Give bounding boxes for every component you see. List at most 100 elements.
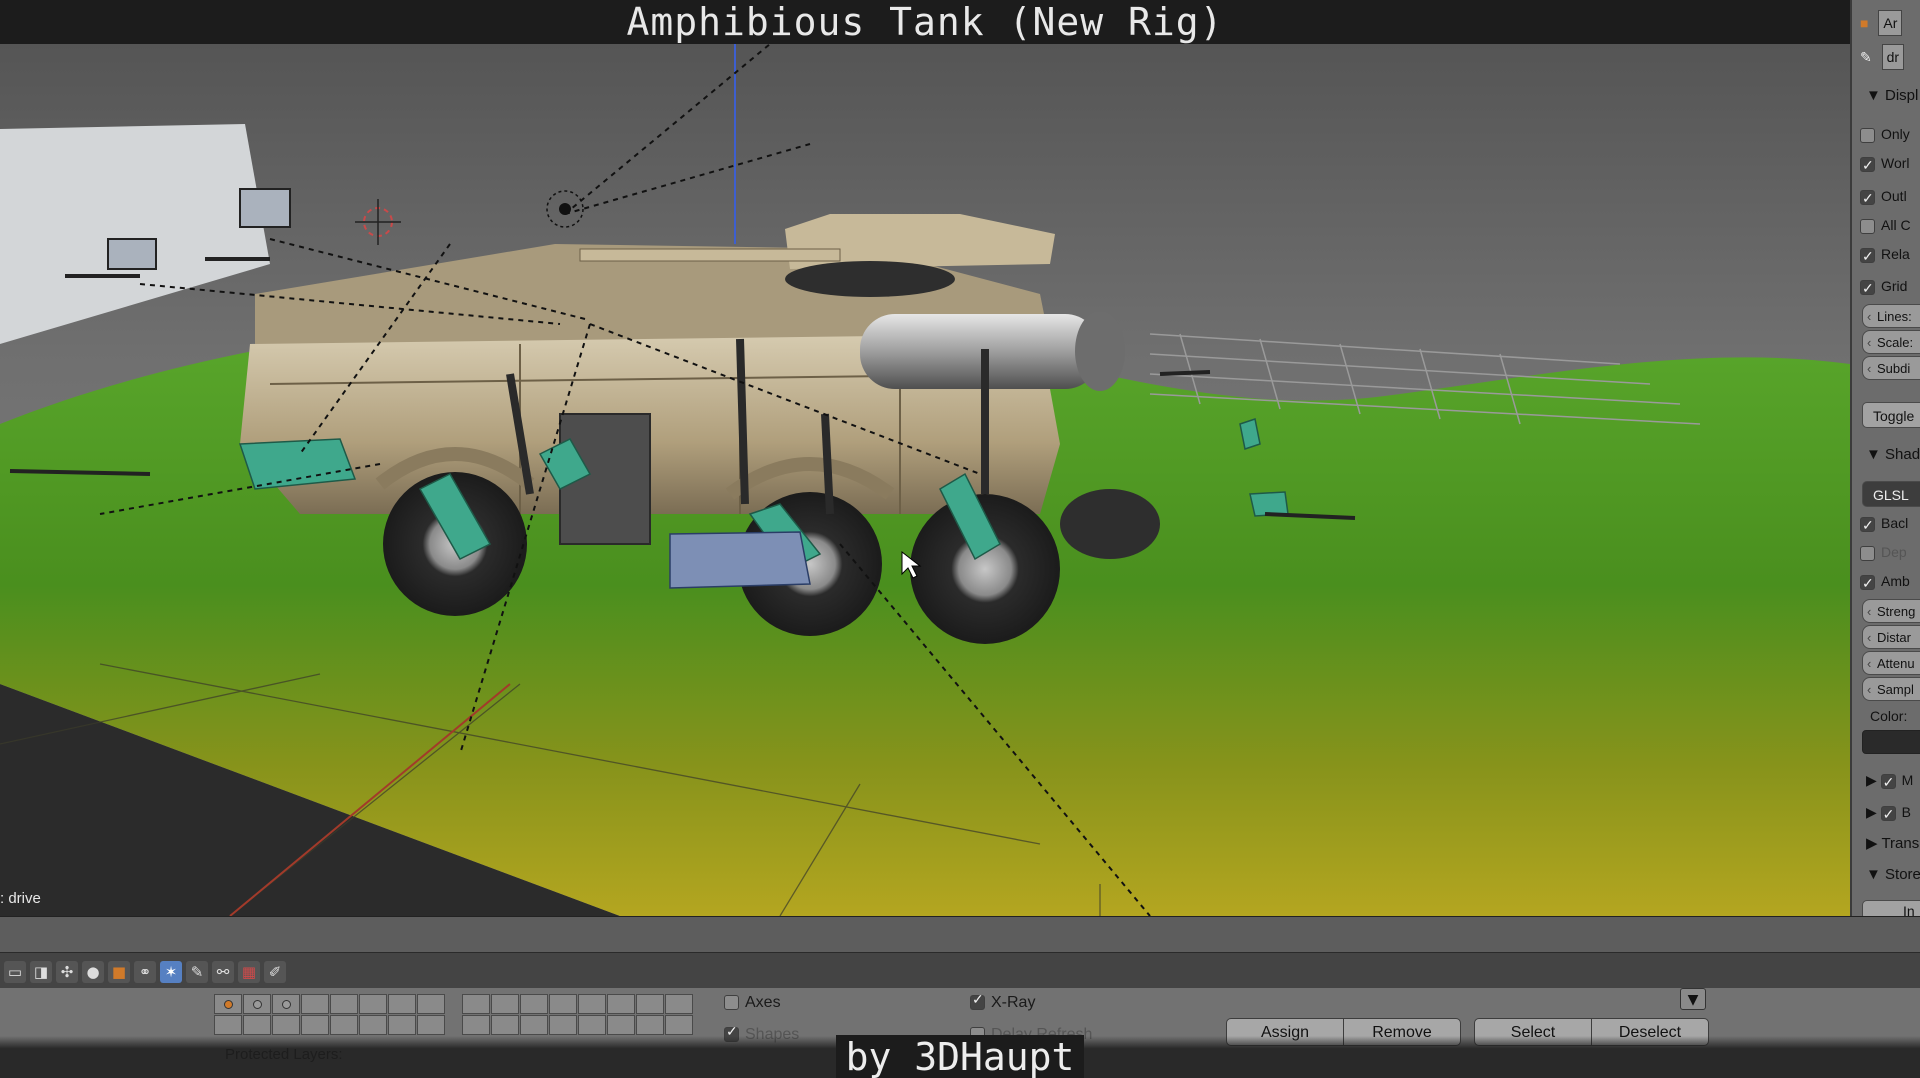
layer-cell[interactable]	[462, 1015, 490, 1035]
checkbox-backface[interactable]	[1860, 513, 1875, 537]
globe-icon[interactable]: ●	[82, 961, 104, 983]
scene-icon[interactable]: ◨	[30, 961, 52, 983]
filter-icon[interactable]: ▼	[1680, 988, 1706, 1010]
collapsed-item-b[interactable]: ▶ B	[1866, 800, 1911, 826]
armature-icon[interactable]: ✶	[160, 961, 182, 983]
layer-cell[interactable]	[549, 1015, 577, 1035]
layer-cell[interactable]	[330, 1015, 358, 1035]
props-top-field-2[interactable]: dr	[1881, 44, 1905, 70]
layer-cell[interactable]	[636, 1015, 664, 1035]
display-section-header[interactable]: ▼ Displ	[1866, 84, 1918, 108]
world-icon[interactable]: ✣	[56, 961, 78, 983]
store-input-button[interactable]: In	[1862, 900, 1920, 916]
delay-refresh-option[interactable]: Delay Refresh	[970, 1026, 1092, 1044]
checkbox-depth[interactable]	[1860, 545, 1875, 561]
layer-cell[interactable]	[214, 1015, 242, 1035]
display-item-outline[interactable]: Outl	[1860, 184, 1907, 210]
display-item-grid[interactable]: Grid	[1860, 274, 1907, 300]
layer-cell[interactable]	[330, 994, 358, 1014]
3d-viewport[interactable]: : drive	[0, 44, 1850, 916]
layer-cell[interactable]	[359, 994, 387, 1014]
grid-scale-field[interactable]: Scale:	[1862, 330, 1920, 355]
layer-cell[interactable]	[636, 994, 664, 1014]
properties-panel[interactable]: ■ Ar ✎ dr ▼ Displ Only Worl Outl All C R…	[1850, 0, 1920, 916]
bone-icon[interactable]: ✎	[1860, 49, 1872, 65]
checkbox-only[interactable]	[1860, 127, 1875, 143]
layer-cell[interactable]	[243, 1015, 271, 1035]
bone-layers-grid-1[interactable]	[214, 994, 445, 1035]
shading-item-backface[interactable]: Bacl	[1860, 511, 1908, 537]
ao-distance-field[interactable]: Distar	[1862, 625, 1920, 650]
props-top-field-1[interactable]: Ar	[1878, 10, 1903, 36]
layer-cell[interactable]	[578, 994, 606, 1014]
layer-cell[interactable]	[520, 994, 548, 1014]
bone-constraint-icon[interactable]: ⚯	[212, 961, 234, 983]
shading-item-ambient[interactable]: Amb	[1860, 569, 1910, 595]
toggle-quad-view-button[interactable]: Toggle	[1862, 402, 1920, 428]
checkbox-relationship[interactable]	[1860, 244, 1875, 268]
shapes-option[interactable]: Shapes	[724, 1023, 799, 1044]
layer-cell[interactable]	[491, 994, 519, 1014]
checkbox-xray[interactable]	[970, 991, 985, 1011]
constraints-icon[interactable]: ⚭	[134, 961, 156, 983]
checkbox-axes[interactable]	[724, 995, 739, 1011]
display-item-world[interactable]: Worl	[1860, 151, 1910, 177]
remove-button[interactable]: Remove	[1343, 1018, 1461, 1046]
assign-button[interactable]: Assign	[1226, 1018, 1344, 1046]
physics-icon[interactable]: ✐	[264, 961, 286, 983]
lamp-object[interactable]	[546, 190, 584, 228]
checkbox-ambient[interactable]	[1860, 571, 1875, 595]
layer-cell[interactable]	[665, 1015, 693, 1035]
select-button[interactable]: Select	[1474, 1018, 1592, 1046]
layer-cell[interactable]	[243, 994, 271, 1014]
color-swatch[interactable]	[1862, 730, 1920, 754]
collapsed-item-m[interactable]: ▶ M	[1866, 768, 1913, 794]
layer-cell[interactable]	[417, 994, 445, 1014]
shading-mode-dropdown[interactable]: GLSL	[1862, 481, 1920, 507]
layer-cell[interactable]	[272, 1015, 300, 1035]
layer-cell[interactable]	[214, 994, 242, 1014]
layer-cell[interactable]	[301, 1015, 329, 1035]
checkbox-all[interactable]	[1860, 218, 1875, 234]
layer-cell[interactable]	[301, 994, 329, 1014]
texture-icon[interactable]: ▦	[238, 961, 260, 983]
layer-cell[interactable]	[578, 1015, 606, 1035]
layer-cell[interactable]	[520, 1015, 548, 1035]
ao-attenuation-field[interactable]: Attenu	[1862, 651, 1920, 676]
grid-lines-field[interactable]: Lines:	[1862, 304, 1920, 329]
layer-cell[interactable]	[388, 1015, 416, 1035]
bone-icon[interactable]: ✎	[186, 961, 208, 983]
layer-cell[interactable]	[272, 994, 300, 1014]
object-icon[interactable]: ■	[108, 961, 130, 983]
checkbox-delay-refresh[interactable]	[970, 1027, 985, 1043]
layer-cell[interactable]	[491, 1015, 519, 1035]
ao-samples-field[interactable]: Sampl	[1862, 677, 1920, 702]
deselect-button[interactable]: Deselect	[1591, 1018, 1709, 1046]
layer-cell[interactable]	[607, 994, 635, 1014]
layer-cell[interactable]	[607, 1015, 635, 1035]
checkbox-shapes[interactable]	[724, 1023, 739, 1043]
display-item-all[interactable]: All C	[1860, 213, 1911, 237]
display-item-only[interactable]: Only	[1860, 122, 1910, 146]
layer-cell[interactable]	[549, 994, 577, 1014]
layer-cell[interactable]	[462, 994, 490, 1014]
layer-cell[interactable]	[388, 994, 416, 1014]
bone-layers-grid-2[interactable]	[462, 994, 693, 1035]
grid-subdivisions-field[interactable]: Subdi	[1862, 356, 1920, 381]
render-icon[interactable]: ▭	[4, 961, 26, 983]
checkbox-grid[interactable]	[1860, 276, 1875, 300]
object-icon[interactable]: ■	[1860, 15, 1868, 31]
xray-option[interactable]: X-Ray	[970, 991, 1035, 1012]
layer-cell[interactable]	[359, 1015, 387, 1035]
shading-section-header[interactable]: ▼ Shad	[1866, 443, 1920, 467]
shading-item-depth[interactable]: Dep	[1860, 540, 1907, 564]
checkbox-b[interactable]	[1880, 802, 1896, 826]
region-divider[interactable]	[0, 916, 1920, 952]
checkbox-outline[interactable]	[1860, 186, 1875, 210]
ao-strength-field[interactable]: Streng	[1862, 599, 1920, 624]
checkbox-m[interactable]	[1880, 770, 1896, 794]
display-item-relationship[interactable]: Rela	[1860, 242, 1910, 268]
checkbox-world[interactable]	[1860, 153, 1875, 177]
layer-cell[interactable]	[417, 1015, 445, 1035]
3d-cursor[interactable]	[355, 199, 401, 245]
